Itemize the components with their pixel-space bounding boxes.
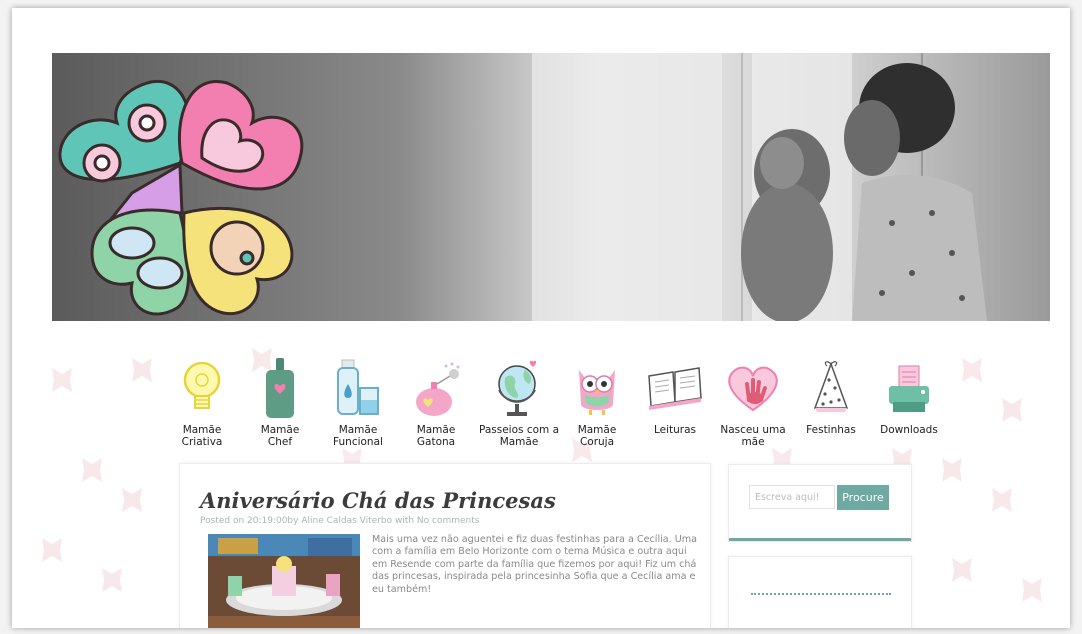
nav-label-line2: mãe	[741, 436, 765, 448]
nav-label-line1: Mamãe	[577, 424, 617, 436]
globe-icon	[498, 360, 537, 416]
blog-post: Aniversário Chá das Princesas Posted on …	[179, 463, 711, 628]
nav-item-festinhas[interactable]: Festinhas	[791, 356, 871, 436]
nav-label-line1: Downloads	[880, 424, 938, 436]
nav-label-line1: Mamãe	[338, 424, 378, 436]
search-button[interactable]: Procure	[837, 485, 889, 510]
nav-label-line2: Mamãe	[499, 436, 539, 448]
cutting-board-icon	[266, 358, 294, 418]
nav-label-line2: Coruja	[579, 436, 615, 448]
nav-item-downloads[interactable]: Downloads	[869, 356, 949, 436]
post-thumbnail[interactable]	[208, 534, 360, 628]
nav-item-mamae-criativa[interactable]: Mamãe Criativa	[162, 356, 242, 448]
party-table-image	[208, 534, 360, 628]
owl-icon	[579, 370, 615, 415]
category-nav: Mamãe Criativa Mamãe Chef Mamãe Funciona…	[162, 356, 942, 456]
nav-label-line2: Chef	[267, 436, 293, 448]
nav-label-line1: Mamãe	[182, 424, 222, 436]
nav-item-leituras[interactable]: Leituras	[635, 356, 715, 436]
nav-label-line1: Festinhas	[806, 424, 856, 436]
nav-label-line1: Mamãe	[260, 424, 300, 436]
lightbulb-icon	[183, 361, 221, 409]
bottle-glass-icon	[337, 359, 379, 415]
post-excerpt: Mais uma vez não aguentei e fiz duas fes…	[372, 534, 698, 595]
nav-item-nasceu-uma-mae[interactable]: Nasceu uma mãe	[713, 356, 793, 448]
nav-item-mamae-funcional[interactable]: Mamãe Funcional	[318, 356, 398, 448]
post-meta: Posted on 20:19:00by Aline Caldas Viterb…	[200, 516, 480, 526]
header-banner[interactable]	[52, 53, 1050, 321]
sidebar-widget	[728, 556, 912, 628]
nav-label-line1: Passeios com a	[478, 424, 560, 436]
nav-label-line1: Leituras	[653, 424, 697, 436]
nav-label-line1: Nasceu uma	[720, 424, 786, 436]
nav-item-mamae-gatona[interactable]: Mamãe Gatona	[396, 356, 476, 448]
page: Mamãe Criativa Mamãe Chef Mamãe Funciona…	[12, 8, 1070, 628]
nav-label-line1: Mamãe	[416, 424, 456, 436]
widget-accent-bar	[729, 538, 911, 541]
search-input[interactable]	[749, 485, 835, 509]
party-hat-icon	[813, 361, 849, 412]
nav-label-line2: Funcional	[333, 436, 383, 448]
book-icon	[648, 367, 702, 410]
sidebar-search-widget: Procure	[728, 464, 912, 542]
nav-item-mamae-coruja[interactable]: Mamãe Coruja	[557, 356, 637, 448]
dotted-divider	[751, 593, 891, 598]
printer-icon	[889, 365, 929, 412]
banner-artwork	[52, 53, 1050, 321]
nav-item-passeios-com-a-mamae[interactable]: Passeios com a Mamãe	[474, 356, 564, 448]
nav-label-line2: Gatona	[416, 436, 456, 448]
nav-item-mamae-chef[interactable]: Mamãe Chef	[240, 356, 320, 448]
heart-hand-icon	[728, 366, 778, 412]
post-title[interactable]: Aniversário Chá das Princesas	[200, 488, 556, 513]
nav-label-line2: Criativa	[181, 436, 223, 448]
perfume-icon	[416, 362, 460, 416]
